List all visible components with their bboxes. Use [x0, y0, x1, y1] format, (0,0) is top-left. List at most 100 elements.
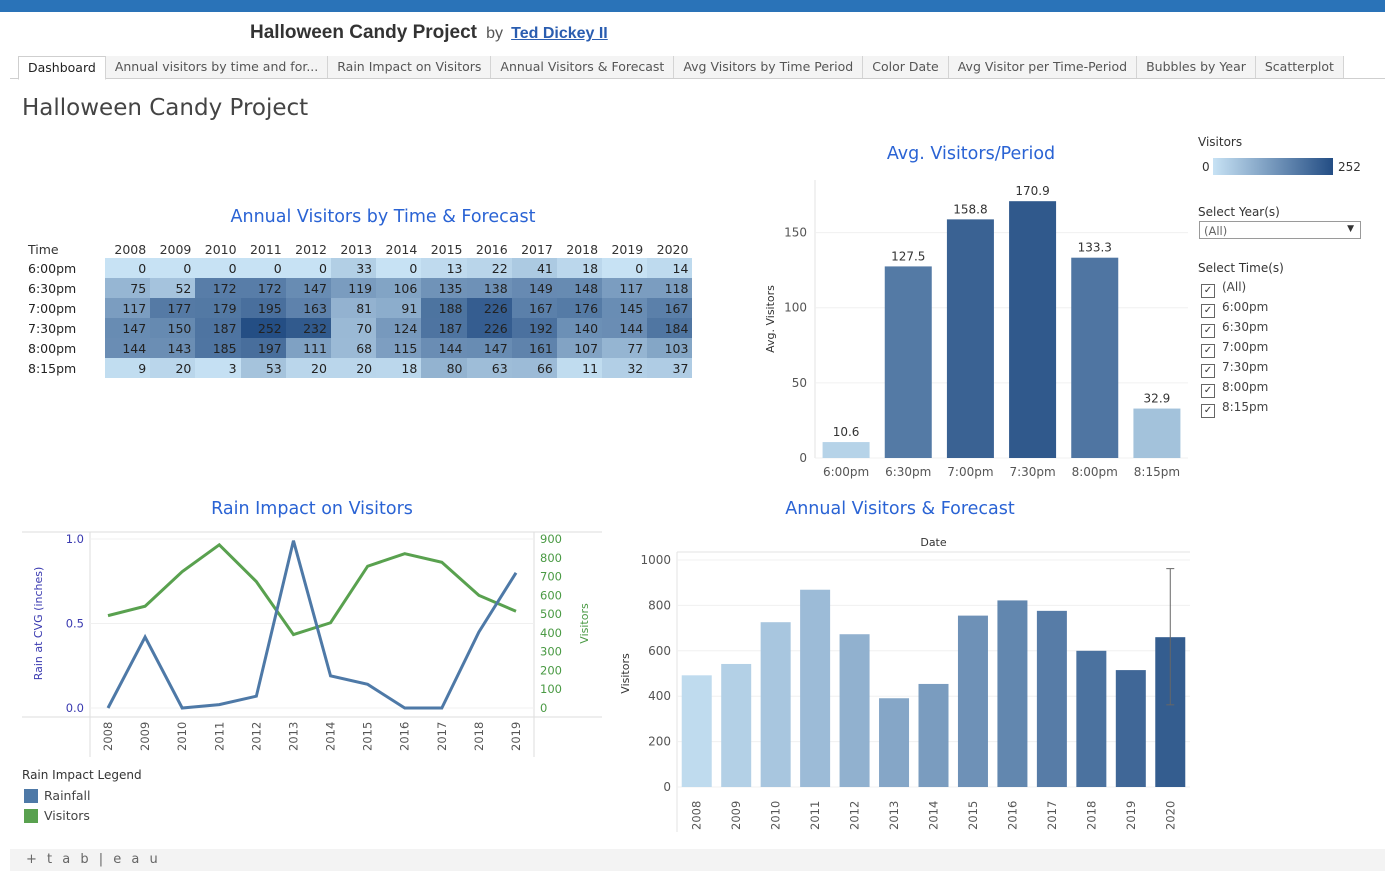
tab-dashboard[interactable]: Dashboard [18, 56, 106, 80]
heatmap-cell[interactable]: 11 [556, 358, 603, 378]
heatmap-cell[interactable]: 20 [330, 358, 377, 378]
heatmap-cell[interactable]: 149 [511, 278, 557, 298]
annual-forecast-chart[interactable]: Date 0 200 400 600 800 1000 Visitors 2008 2009 201… [615, 532, 1195, 837]
heatmap-cell[interactable]: 140 [556, 318, 603, 338]
heatmap-cell[interactable]: 161 [511, 338, 557, 358]
heatmap-cell[interactable]: 68 [330, 338, 377, 358]
heatmap-cell[interactable]: 77 [602, 338, 648, 358]
heatmap-cell[interactable]: 0 [150, 258, 196, 278]
heatmap-cell[interactable]: 185 [195, 338, 241, 358]
heatmap-cell[interactable]: 172 [240, 278, 286, 298]
heatmap-cell[interactable]: 163 [285, 298, 331, 318]
time-option-730[interactable]: ✓ 7:30pm [1201, 360, 1268, 378]
tab-color-date[interactable]: Color Date [863, 56, 949, 78]
heatmap-cell[interactable]: 111 [285, 338, 331, 358]
heatmap-cell[interactable]: 20 [285, 358, 331, 378]
heatmap-cell[interactable]: 177 [150, 298, 196, 318]
heatmap-cell[interactable]: 91 [376, 298, 422, 318]
heatmap-cell[interactable]: 22 [466, 258, 512, 278]
heatmap-cell[interactable]: 172 [195, 278, 241, 298]
heatmap-cell[interactable]: 138 [466, 278, 512, 298]
heatmap-cell[interactable]: 192 [511, 318, 557, 338]
heatmap-table[interactable]: Time 2008 2009 2010 2011 2012 2013 2014 2015 2016… [22, 240, 693, 378]
heatmap-cell[interactable]: 18 [376, 358, 422, 378]
time-option-600[interactable]: ✓ 6:00pm [1201, 300, 1268, 318]
legend-item-visitors[interactable]: Visitors [24, 808, 90, 823]
heatmap-cell[interactable]: 37 [647, 358, 693, 378]
tab-annual-visitors-time[interactable]: Annual visitors by time and for... [105, 56, 329, 78]
heatmap-cell[interactable]: 148 [556, 278, 603, 298]
heatmap-cell[interactable]: 106 [376, 278, 422, 298]
heatmap-cell[interactable]: 119 [330, 278, 377, 298]
tab-avg-visitor-period[interactable]: Avg Visitor per Time-Period [948, 56, 1138, 78]
heatmap-cell[interactable]: 187 [195, 318, 241, 338]
heatmap-cell[interactable]: 3 [195, 358, 241, 378]
heatmap-cell[interactable]: 197 [240, 338, 286, 358]
heatmap-cell[interactable]: 41 [511, 258, 557, 278]
heatmap-cell[interactable]: 75 [105, 278, 151, 298]
year-select[interactable]: (All) ▼ [1199, 221, 1361, 239]
heatmap-cell[interactable]: 226 [466, 298, 512, 318]
heatmap-cell[interactable]: 20 [150, 358, 196, 378]
heatmap-cell[interactable]: 70 [330, 318, 377, 338]
heatmap-cell[interactable]: 14 [647, 258, 693, 278]
rain-impact-chart[interactable]: 0.0 0.5 1.0 0 100 200 300 400 500 600 700 800 900 Rai… [22, 525, 604, 765]
heatmap-cell[interactable]: 147 [466, 338, 512, 358]
heatmap-cell[interactable]: 115 [376, 338, 422, 358]
heatmap-cell[interactable]: 66 [511, 358, 557, 378]
tab-rain-impact[interactable]: Rain Impact on Visitors [328, 56, 492, 78]
heatmap-cell[interactable]: 81 [330, 298, 377, 318]
heatmap-cell[interactable]: 144 [421, 338, 467, 358]
avg-visitors-chart[interactable]: 0 50 100 150 Avg. Visitors 10.6 6:00pm 127.5 6:3… [760, 170, 1190, 485]
heatmap-cell[interactable]: 252 [240, 318, 286, 338]
time-option-815[interactable]: ✓ 8:15pm [1201, 400, 1268, 418]
heatmap-cell[interactable]: 32 [602, 358, 648, 378]
heatmap-cell[interactable]: 107 [556, 338, 603, 358]
heatmap-cell[interactable]: 33 [330, 258, 377, 278]
heatmap-cell[interactable]: 143 [150, 338, 196, 358]
author-link[interactable]: Ted Dickey II [511, 25, 608, 42]
heatmap-cell[interactable]: 63 [466, 358, 512, 378]
heatmap-cell[interactable]: 53 [240, 358, 286, 378]
heatmap-cell[interactable]: 124 [376, 318, 422, 338]
tab-avg-visitors-time[interactable]: Avg Visitors by Time Period [674, 56, 864, 78]
heatmap-cell[interactable]: 18 [556, 258, 603, 278]
heatmap-cell[interactable]: 184 [647, 318, 693, 338]
heatmap-cell[interactable]: 0 [285, 258, 331, 278]
heatmap-cell[interactable]: 0 [105, 258, 151, 278]
tab-bubbles-year[interactable]: Bubbles by Year [1137, 56, 1256, 78]
heatmap-cell[interactable]: 0 [240, 258, 286, 278]
time-option-700[interactable]: ✓ 7:00pm [1201, 340, 1268, 358]
heatmap-cell[interactable]: 187 [421, 318, 467, 338]
heatmap-cell[interactable]: 144 [105, 338, 151, 358]
heatmap-cell[interactable]: 167 [511, 298, 557, 318]
heatmap-cell[interactable]: 0 [602, 258, 648, 278]
time-option-630[interactable]: ✓ 6:30pm [1201, 320, 1268, 338]
heatmap-cell[interactable]: 0 [376, 258, 422, 278]
heatmap-cell[interactable]: 0 [195, 258, 241, 278]
tab-annual-forecast[interactable]: Annual Visitors & Forecast [491, 56, 675, 78]
heatmap-cell[interactable]: 195 [240, 298, 286, 318]
heatmap-cell[interactable]: 117 [602, 278, 648, 298]
legend-item-rainfall[interactable]: Rainfall [24, 788, 90, 803]
heatmap-cell[interactable]: 118 [647, 278, 693, 298]
heatmap-cell[interactable]: 188 [421, 298, 467, 318]
heatmap-cell[interactable]: 13 [421, 258, 467, 278]
heatmap-cell[interactable]: 167 [647, 298, 693, 318]
heatmap-cell[interactable]: 52 [150, 278, 196, 298]
heatmap-cell[interactable]: 179 [195, 298, 241, 318]
heatmap-cell[interactable]: 147 [105, 318, 151, 338]
heatmap-cell[interactable]: 226 [466, 318, 512, 338]
tab-scatterplot[interactable]: Scatterplot [1255, 56, 1344, 78]
heatmap-cell[interactable]: 176 [556, 298, 603, 318]
heatmap-cell[interactable]: 145 [602, 298, 648, 318]
heatmap-cell[interactable]: 232 [285, 318, 331, 338]
time-option-800[interactable]: ✓ 8:00pm [1201, 380, 1268, 398]
time-option-all[interactable]: ✓ (All) [1201, 280, 1246, 298]
heatmap-cell[interactable]: 117 [105, 298, 151, 318]
heatmap-cell[interactable]: 144 [602, 318, 648, 338]
heatmap-cell[interactable]: 135 [421, 278, 467, 298]
heatmap-cell[interactable]: 9 [105, 358, 151, 378]
heatmap-cell[interactable]: 80 [421, 358, 467, 378]
heatmap-cell[interactable]: 147 [285, 278, 331, 298]
